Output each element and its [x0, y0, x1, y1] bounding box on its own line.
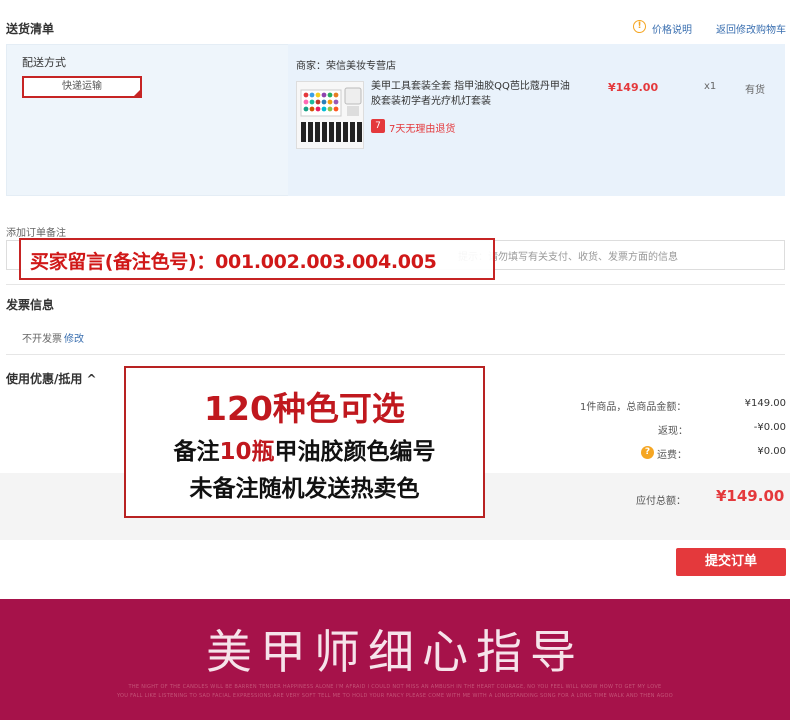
ship-method-value: 快递运输 [62, 81, 102, 92]
delivery-title: 送货清单 [6, 22, 55, 36]
freight-value: ¥0.00 [757, 446, 786, 457]
promo-line-2b: 10瓶 [219, 439, 275, 465]
promo-line-2a: 备注 [173, 439, 220, 465]
invoice-edit-link[interactable]: 修改 [64, 330, 84, 345]
banner-small-text-2: YOU FALL LIKE LISTENING TO SAD FACIAL EX… [116, 693, 674, 699]
coupon-toggle[interactable]: 使用优惠/抵用 ^ [6, 370, 97, 387]
total-value: ¥149.00 [716, 487, 785, 505]
promo-line-3: 未备注随机发送热卖色 [189, 476, 420, 502]
freight-label: 运费： [657, 450, 687, 461]
order-note-label: 添加订单备注 [6, 228, 66, 239]
promo-line-2: 备注10瓶甲油胶颜色编号 [124, 432, 485, 466]
shop-name: 商家：荣信美妆专营店 [296, 61, 396, 72]
total-label: 应付总额： [636, 496, 686, 507]
question-icon[interactable]: ? [641, 446, 654, 459]
product-price: ¥149.00 [608, 81, 659, 94]
items-total-value: ¥149.00 [744, 398, 786, 409]
return-badge-icon: 7 [371, 119, 385, 133]
rebate-value: -¥0.00 [753, 422, 786, 433]
product-image[interactable] [296, 81, 364, 149]
invoice-title: 发票信息 [6, 298, 55, 312]
selected-corner-icon [133, 89, 141, 97]
banner-title: 美甲师细心指导 [206, 625, 584, 679]
divider [6, 354, 785, 355]
banner-small-text-1: THE NIGHT OF THE CANDLES WILL BE BARREN … [128, 684, 662, 690]
note-overlay-text: 买家留言(备注色号)：001.002.003.004.005 [30, 251, 437, 273]
promo-line-1: 120种色可选 [204, 389, 405, 428]
product-qty: x1 [704, 81, 717, 92]
ship-method-option[interactable]: 快递运输 [22, 76, 142, 98]
nail-kit-image [297, 82, 363, 148]
promo-line-2c: 甲油胶颜色编号 [274, 439, 436, 465]
return-policy-text: 7天无理由退货 [389, 124, 456, 135]
invoice-value: 不开发票 [22, 334, 62, 345]
product-title[interactable]: 美甲工具套装全套 指甲油胶QQ芭比蔻丹甲油胶套装初学者光疗机灯套装 [371, 79, 571, 109]
submit-order-button[interactable]: 提交订单 [676, 548, 786, 576]
info-icon: ! [633, 20, 646, 33]
back-to-cart-link[interactable]: 返回修改购物车 [716, 21, 786, 36]
rebate-label: 返现： [658, 426, 688, 437]
divider [6, 284, 785, 285]
ship-method-label: 配送方式 [22, 56, 66, 69]
product-stock: 有货 [745, 85, 765, 96]
price-note-link[interactable]: 价格说明 [652, 21, 692, 36]
items-total-label: 1件商品，总商品金额： [580, 402, 687, 413]
